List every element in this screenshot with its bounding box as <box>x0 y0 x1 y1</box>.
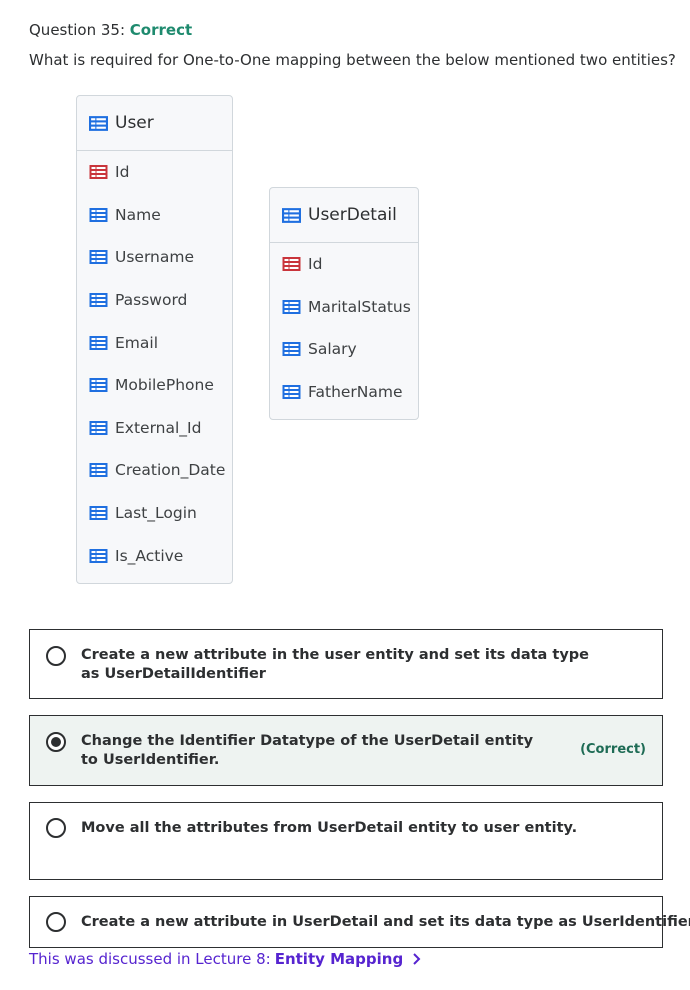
attribute-label: MaritalStatus <box>308 297 411 316</box>
chevron-right-icon <box>413 953 421 965</box>
attribute-icon <box>89 378 108 393</box>
entity-table-icon <box>282 207 301 223</box>
answer-option-4[interactable]: Create a new attribute in UserDetail and… <box>29 896 690 948</box>
attribute-label: Creation_Date <box>115 461 226 480</box>
option-text: Create a new attribute in UserDetail and… <box>81 914 690 930</box>
attribute-row: Creation_Date <box>77 449 232 492</box>
answer-option-3[interactable]: Move all the attributes from UserDetail … <box>29 802 663 880</box>
attribute-row: Email <box>77 321 232 364</box>
entity-userdetail: UserDetail Id MaritalStatus Salary FatherNa… <box>269 187 419 420</box>
attribute-label: FatherName <box>308 383 403 402</box>
option-text: Move all the attributes from UserDetail … <box>81 820 578 836</box>
attribute-icon <box>282 299 301 314</box>
entity-user-title: User <box>115 113 154 133</box>
attribute-row: Name <box>77 194 232 237</box>
attribute-label: Id <box>115 163 130 182</box>
question-status: Correct <box>129 21 193 39</box>
radio-button[interactable] <box>46 912 66 932</box>
attribute-row: Password <box>77 279 232 322</box>
attribute-row: Salary <box>270 328 418 371</box>
attribute-row: Username <box>77 236 232 279</box>
option-text: Create a new attribute in the user entit… <box>81 647 589 682</box>
question-number: Question 35: <box>29 21 125 39</box>
attribute-icon <box>89 335 108 350</box>
attribute-label: External_Id <box>115 418 202 437</box>
attribute-row: Id <box>77 151 232 194</box>
attribute-row: Last_Login <box>77 492 232 535</box>
attribute-row: Id <box>270 243 418 286</box>
option-text: Change the Identifier Datatype of the Us… <box>81 733 534 768</box>
attribute-icon <box>89 463 108 478</box>
attribute-label: Email <box>115 333 159 352</box>
entity-userdetail-title: UserDetail <box>308 205 397 225</box>
attribute-row: MaritalStatus <box>270 286 418 329</box>
entity-user-header: User <box>77 96 232 151</box>
attribute-icon <box>89 207 108 222</box>
attribute-icon <box>282 385 301 400</box>
attribute-label: Password <box>115 291 188 310</box>
entity-userdetail-header: UserDetail <box>270 188 418 243</box>
radio-dot <box>51 737 61 747</box>
attribute-label: MobilePhone <box>115 376 214 395</box>
radio-button-selected[interactable] <box>46 732 66 752</box>
entity-user: User Id Name Username Password Email MobilePh… <box>76 95 233 584</box>
answer-option-2[interactable]: Change the Identifier Datatype of the Us… <box>29 715 663 786</box>
attribute-label: Name <box>115 205 161 224</box>
lecture-prefix: This was discussed in Lecture 8: <box>29 950 271 968</box>
entity-user-attributes: Id Name Username Password Email MobilePhone Ex… <box>77 151 232 577</box>
attribute-icon <box>89 506 108 521</box>
correct-badge: (Correct) <box>580 742 646 757</box>
question-text: What is required for One-to-One mapping … <box>29 51 676 69</box>
attribute-row: External_Id <box>77 407 232 450</box>
attribute-icon <box>89 293 108 308</box>
lecture-link[interactable]: This was discussed in Lecture 8: Entity … <box>29 950 421 968</box>
identifier-icon <box>282 257 301 272</box>
entity-table-icon <box>89 115 108 131</box>
attribute-label: Id <box>308 255 323 274</box>
radio-button[interactable] <box>46 646 66 666</box>
identifier-icon <box>89 165 108 180</box>
entity-userdetail-attributes: Id MaritalStatus Salary FatherName <box>270 243 418 413</box>
answer-option-1[interactable]: Create a new attribute in the user entit… <box>29 629 663 699</box>
attribute-icon <box>282 342 301 357</box>
attribute-label: Username <box>115 248 195 267</box>
radio-button[interactable] <box>46 818 66 838</box>
attribute-icon <box>89 250 108 265</box>
attribute-label: Last_Login <box>115 504 197 523</box>
attribute-row: MobilePhone <box>77 364 232 407</box>
lecture-ref[interactable]: Entity Mapping <box>275 950 404 968</box>
attribute-icon <box>89 420 108 435</box>
attribute-label: Salary <box>308 340 357 359</box>
attribute-label: Is_Active <box>115 546 184 565</box>
attribute-icon <box>89 548 108 563</box>
attribute-row: Is_Active <box>77 534 232 577</box>
attribute-row: FatherName <box>270 371 418 414</box>
question-header: Question 35: Correct <box>29 21 192 39</box>
